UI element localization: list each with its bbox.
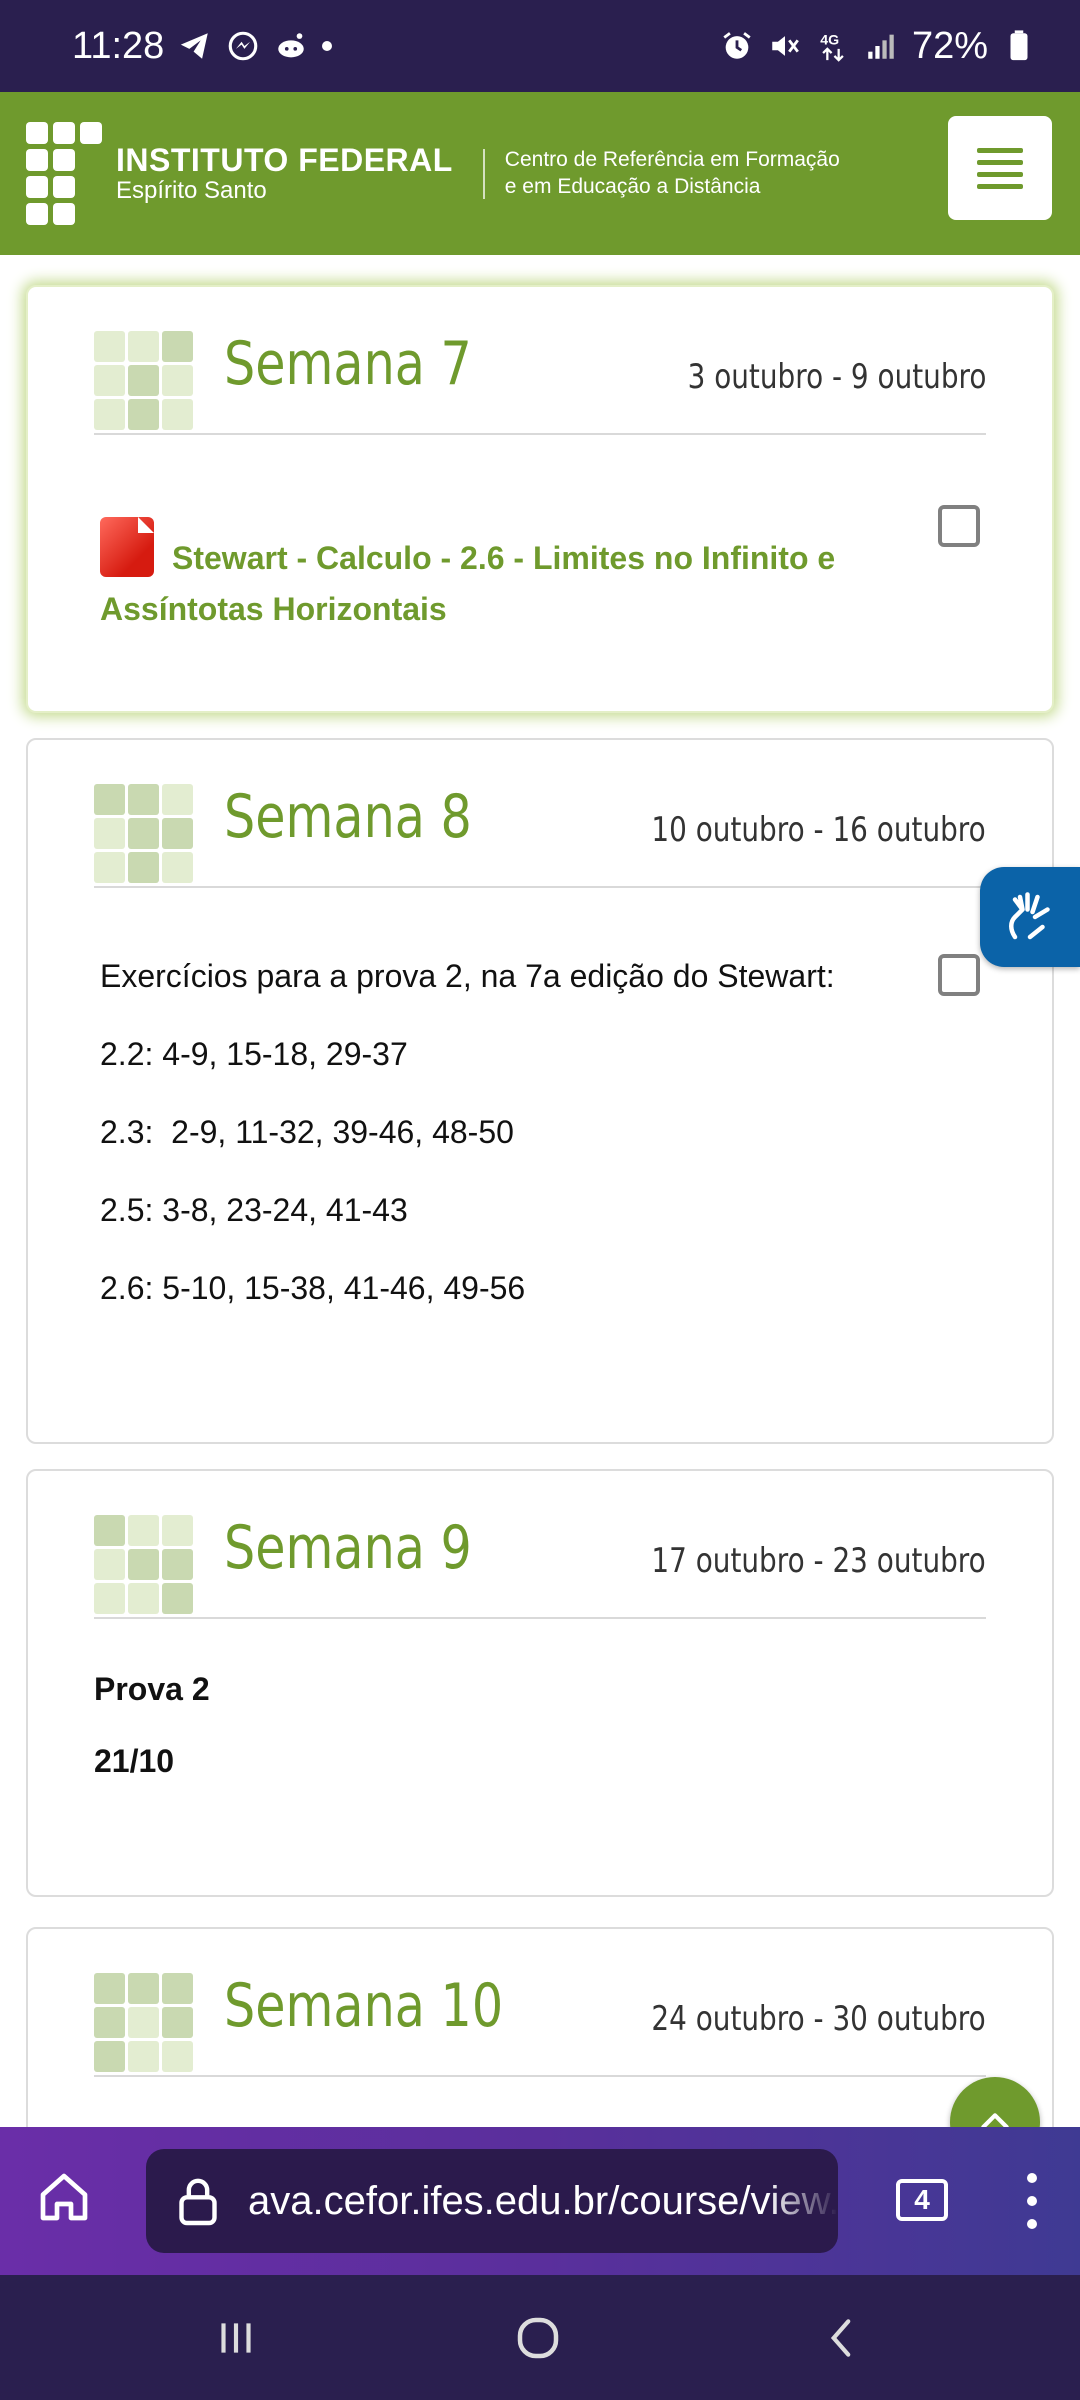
brand[interactable]: INSTITUTO FEDERAL Espírito Santo — [116, 144, 453, 203]
recents-button[interactable] — [206, 2313, 266, 2363]
if-logo-icon — [26, 122, 102, 225]
tabs-button[interactable]: 4 — [896, 2179, 948, 2221]
resource-link[interactable]: Stewart - Calculo - 2.6 - Limites no Inf… — [100, 517, 882, 635]
notification-dot — [322, 41, 333, 51]
week-title[interactable]: Semana 9 — [224, 1513, 472, 1583]
status-right: 4G 72% — [720, 25, 1036, 68]
exercise-line: 2.3: 2-9, 11-32, 39-46, 48-50 — [100, 1114, 514, 1150]
exercise-line: 2.6: 5-10, 15-38, 41-46, 49-56 — [100, 1270, 526, 1306]
battery-icon — [1002, 29, 1036, 63]
week-dates: 3 outubro - 9 outubro — [687, 357, 986, 397]
pdf-icon — [100, 517, 154, 577]
site-header: INSTITUTO FEDERAL Espírito Santo Centro … — [0, 92, 1080, 255]
week-section-9: Semana 9 17 outubro - 23 outubro Prova 2… — [26, 1469, 1054, 1897]
week-dates: 10 outubro - 16 outubro — [651, 810, 986, 850]
exam-title: Prova 2 — [94, 1671, 210, 1707]
more-options-icon[interactable] — [1022, 2173, 1042, 2229]
completion-checkbox[interactable] — [938, 954, 980, 996]
alarm-icon — [720, 29, 754, 63]
home-circle-icon — [517, 2317, 559, 2359]
exercise-intro: Exercícios para a prova 2, na 7a edição … — [100, 958, 835, 994]
network-4g-icon: 4G — [816, 29, 850, 63]
week-title[interactable]: Semana 10 — [224, 1971, 503, 2041]
resource-link-label[interactable]: Stewart - Calculo - 2.6 - Limites no Inf… — [100, 540, 835, 627]
back-button[interactable] — [812, 2313, 872, 2363]
brand-description-line-2: e em Educação a Distância — [504, 174, 761, 198]
exercise-line: 2.2: 4-9, 15-18, 29-37 — [100, 1036, 408, 1072]
completion-checkbox[interactable] — [938, 505, 980, 547]
week-section-8: Semana 8 10 outubro - 16 outubro Exercíc… — [26, 738, 1054, 1444]
week-header: Semana 9 17 outubro - 23 outubro — [94, 1509, 986, 1619]
week-header: Semana 8 10 outubro - 16 outubro — [94, 778, 986, 888]
system-nav-bar — [0, 2275, 1080, 2400]
hamburger-icon-bar — [977, 171, 1023, 177]
hamburger-icon — [977, 147, 1023, 153]
brand-description: Centro de Referência em Formação e em Ed… — [505, 147, 840, 200]
exercise-line: 2.5: 3-8, 23-24, 41-43 — [100, 1192, 408, 1228]
status-bar: 11:28 4G 72% — [0, 0, 1080, 92]
week-header: Semana 7 3 outubro - 9 outubro — [94, 325, 986, 435]
week-title[interactable]: Semana 7 — [224, 329, 472, 399]
chevron-up-icon — [981, 2113, 1009, 2127]
home-icon[interactable] — [36, 2167, 92, 2227]
section-grid-icon — [94, 1973, 193, 2072]
hand-sign-icon — [1009, 892, 1050, 940]
week-section-7: Semana 7 3 outubro - 9 outubro Stewart -… — [26, 285, 1054, 713]
exam-date: 21/10 — [94, 1743, 175, 1779]
week-dates: 24 outubro - 30 outubro — [651, 1999, 986, 2039]
home-nav-button[interactable] — [508, 2313, 568, 2363]
week-section-10: Semana 10 24 outubro - 30 outubro — [26, 1927, 1054, 2127]
messenger-icon — [226, 29, 260, 63]
brand-subtitle: Espírito Santo — [116, 176, 267, 204]
url-bar[interactable]: ava.cefor.ifes.edu.br/course/view.php — [146, 2149, 838, 2253]
signal-icon — [864, 29, 898, 63]
week-dates: 17 outubro - 23 outubro — [651, 1541, 986, 1581]
section-grid-icon — [94, 784, 193, 883]
recents-icon — [221, 2323, 251, 2353]
section-grid-icon — [94, 331, 193, 430]
battery-percent: 72% — [911, 24, 988, 67]
mute-icon — [768, 29, 802, 63]
menu-button[interactable] — [948, 116, 1052, 220]
section-grid-icon — [94, 1515, 193, 1614]
week-header: Semana 10 24 outubro - 30 outubro — [94, 1967, 986, 2077]
sign-language-button[interactable] — [980, 867, 1080, 967]
telegram-icon — [178, 29, 212, 63]
hamburger-icon-bar — [977, 183, 1023, 189]
status-left: 11:28 — [72, 24, 333, 68]
brand-description-line-1: Centro de Referência em Formação — [504, 148, 840, 172]
hamburger-icon-bar — [977, 159, 1023, 165]
url-text: ava.cefor.ifes.edu.br/course/view.php — [248, 2178, 838, 2223]
lock-icon — [179, 2178, 217, 2226]
week-title[interactable]: Semana 8 — [224, 782, 472, 852]
brand-title: INSTITUTO FEDERAL — [116, 142, 453, 179]
back-icon — [830, 2319, 851, 2357]
brand-divider — [482, 148, 485, 199]
reddit-icon — [274, 29, 308, 63]
svg-text:4G: 4G — [820, 33, 839, 49]
status-time: 11:28 — [72, 24, 165, 67]
course-content[interactable]: Semana 7 3 outubro - 9 outubro Stewart -… — [0, 255, 1080, 2127]
browser-toolbar: ava.cefor.ifes.edu.br/course/view.php 4 — [0, 2127, 1080, 2275]
